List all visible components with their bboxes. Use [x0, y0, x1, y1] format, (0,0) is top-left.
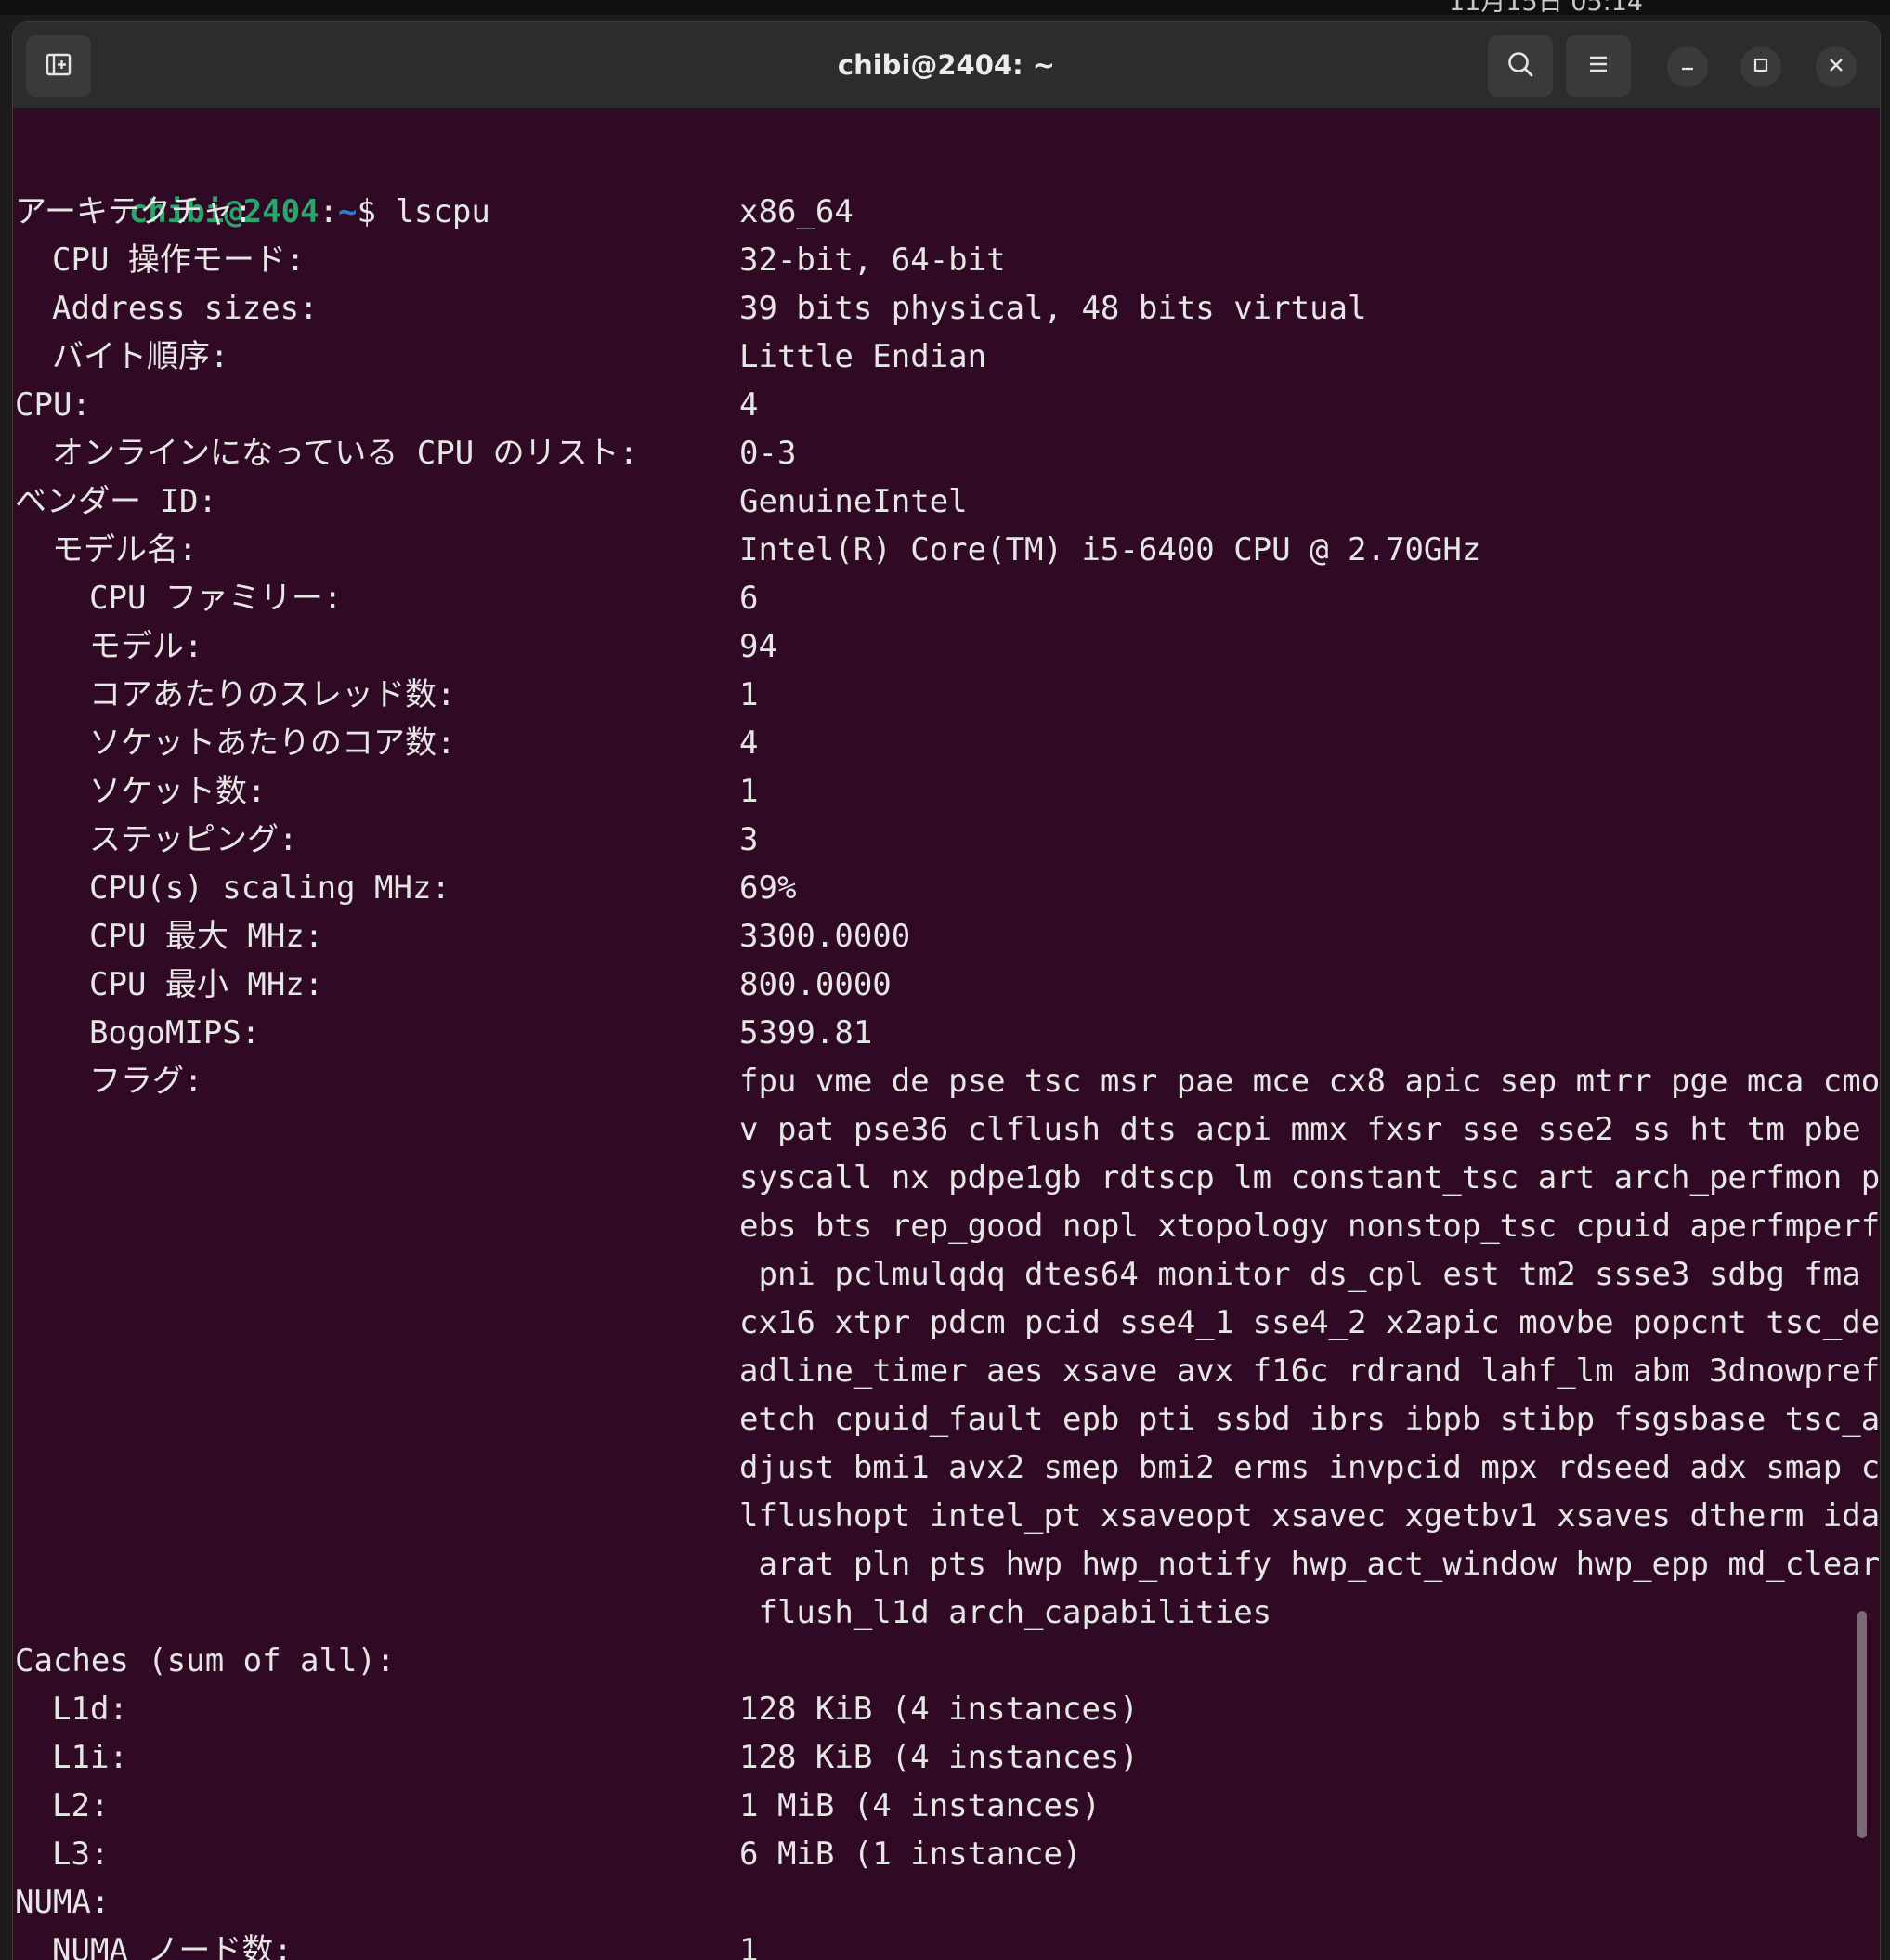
field-label: ベンダー ID:: [15, 483, 217, 520]
maximize-button[interactable]: [1740, 46, 1781, 87]
close-icon: [1826, 55, 1846, 79]
close-button[interactable]: [1816, 46, 1857, 87]
field-label: L2:: [52, 1787, 110, 1824]
prompt-symbol: $: [357, 193, 396, 230]
field-value: djust bmi1 avx2 smep bmi2 erms invpcid m…: [739, 1449, 1880, 1486]
field-value: v pat pse36 clflush dts acpi mmx fxsr ss…: [739, 1111, 1861, 1148]
field-label: L1d:: [52, 1691, 128, 1728]
field-label: Address sizes:: [52, 290, 319, 327]
system-clock[interactable]: 11月15日 05:14: [1449, 0, 1643, 15]
field-value: 6 MiB (1 instance): [739, 1836, 1082, 1873]
field-label: モデル:: [89, 628, 203, 665]
field-value: Intel(R) Core(TM) i5-6400 CPU @ 2.70GHz: [739, 531, 1481, 568]
field-value: etch cpuid_fault epb pti ssbd ibrs ibpb …: [739, 1401, 1880, 1438]
field-label: バイト順序:: [52, 338, 229, 375]
field-value: GenuineIntel: [739, 483, 968, 520]
field-label: オンラインになっている CPU のリスト:: [52, 435, 639, 472]
window-headerbar[interactable]: chibi@2404: ~: [13, 22, 1880, 109]
new-tab-icon: [43, 48, 74, 84]
field-value: 5399.81: [739, 1014, 873, 1052]
field-label: CPU 操作モード:: [52, 242, 306, 279]
field-label: フラグ:: [89, 1063, 203, 1100]
terminal-output[interactable]: chibi@2404:~$ lscpu アーキテクチャ: x86_64 CPU 操作…: [15, 139, 1880, 1960]
field-value: cx16 xtpr pdcm pcid sse4_1 sse4_2 x2apic…: [739, 1304, 1880, 1341]
field-value: ebs bts rep_good nopl xtopology nonstop_…: [739, 1208, 1880, 1245]
terminal-window: chibi@2404: ~ chibi@2404:~$ lscpu アーキテクチ…: [13, 22, 1880, 1960]
minimize-button[interactable]: [1667, 46, 1708, 87]
field-value: 128 KiB (4 instances): [739, 1739, 1139, 1776]
field-value: 800.0000: [739, 966, 892, 1003]
field-label: モデル名:: [52, 531, 198, 568]
hamburger-menu-icon: [1584, 50, 1612, 82]
field-label: ソケット数:: [89, 773, 267, 810]
field-label: NUMA ノード数:: [52, 1932, 293, 1960]
field-value: arat pln pts hwp hwp_notify hwp_act_wind…: [739, 1546, 1880, 1583]
field-value: adline_timer aes xsave avx f16c rdrand l…: [739, 1352, 1880, 1390]
field-value: 1 MiB (4 instances): [739, 1787, 1101, 1824]
field-label: CPU ファミリー:: [89, 580, 343, 617]
field-value: 3: [739, 821, 759, 858]
field-value: 128 KiB (4 instances): [739, 1691, 1139, 1728]
minimize-icon: [1677, 55, 1698, 79]
field-value: 94: [739, 628, 777, 665]
field-label: アーキテクチャ:: [15, 193, 254, 230]
terminal-scrollbar[interactable]: [1857, 1611, 1867, 1838]
field-value: fpu vme de pse tsc msr pae mce cx8 apic …: [739, 1063, 1880, 1100]
field-label: NUMA:: [15, 1884, 111, 1921]
field-value: 4: [739, 386, 759, 424]
prompt-line: chibi@2404:~$ lscpu: [15, 139, 490, 230]
field-value: 1: [739, 1932, 759, 1960]
field-value: 4: [739, 725, 759, 762]
field-value: Little Endian: [739, 338, 987, 375]
field-value: 32-bit, 64-bit: [739, 242, 1006, 279]
field-label: CPU(s) scaling MHz:: [89, 869, 450, 907]
field-value: x86_64: [739, 193, 854, 230]
field-label: ステッピング:: [89, 821, 298, 858]
field-value: 39 bits physical, 48 bits virtual: [739, 290, 1367, 327]
field-value: syscall nx pdpe1gb rdtscp lm constant_ts…: [739, 1159, 1880, 1196]
field-value: 1: [739, 676, 759, 713]
field-label: コアあたりのスレッド数:: [89, 676, 456, 713]
prompt-path: ~: [338, 193, 358, 230]
new-tab-button[interactable]: [26, 35, 91, 97]
field-label: CPU 最小 MHz:: [89, 966, 324, 1003]
menu-button[interactable]: [1566, 35, 1631, 97]
field-label: CPU:: [15, 386, 91, 424]
system-top-bar: 11月15日 05:14: [0, 0, 1890, 15]
search-icon: [1505, 48, 1536, 84]
field-value: lflushopt intel_pt xsaveopt xsavec xgetb…: [739, 1497, 1880, 1535]
maximize-icon: [1751, 55, 1771, 79]
field-value: 69%: [739, 869, 797, 907]
field-value: 1: [739, 773, 759, 810]
field-label: CPU 最大 MHz:: [89, 918, 324, 955]
field-label: BogoMIPS:: [89, 1014, 261, 1052]
field-label: L3:: [52, 1836, 110, 1873]
field-value: 6: [739, 580, 759, 617]
prompt-command: lscpu: [395, 193, 490, 230]
field-value: flush_l1d arch_capabilities: [739, 1594, 1272, 1631]
field-value: pni pclmulqdq dtes64 monitor ds_cpl est …: [739, 1256, 1861, 1293]
field-label: L1i:: [52, 1739, 128, 1776]
field-label: Caches (sum of all):: [15, 1642, 396, 1679]
prompt-separator: :: [319, 193, 339, 230]
field-value: 3300.0000: [739, 918, 911, 955]
field-value: 0-3: [739, 435, 797, 472]
field-label: ソケットあたりのコア数:: [89, 725, 456, 762]
search-button[interactable]: [1488, 35, 1553, 97]
